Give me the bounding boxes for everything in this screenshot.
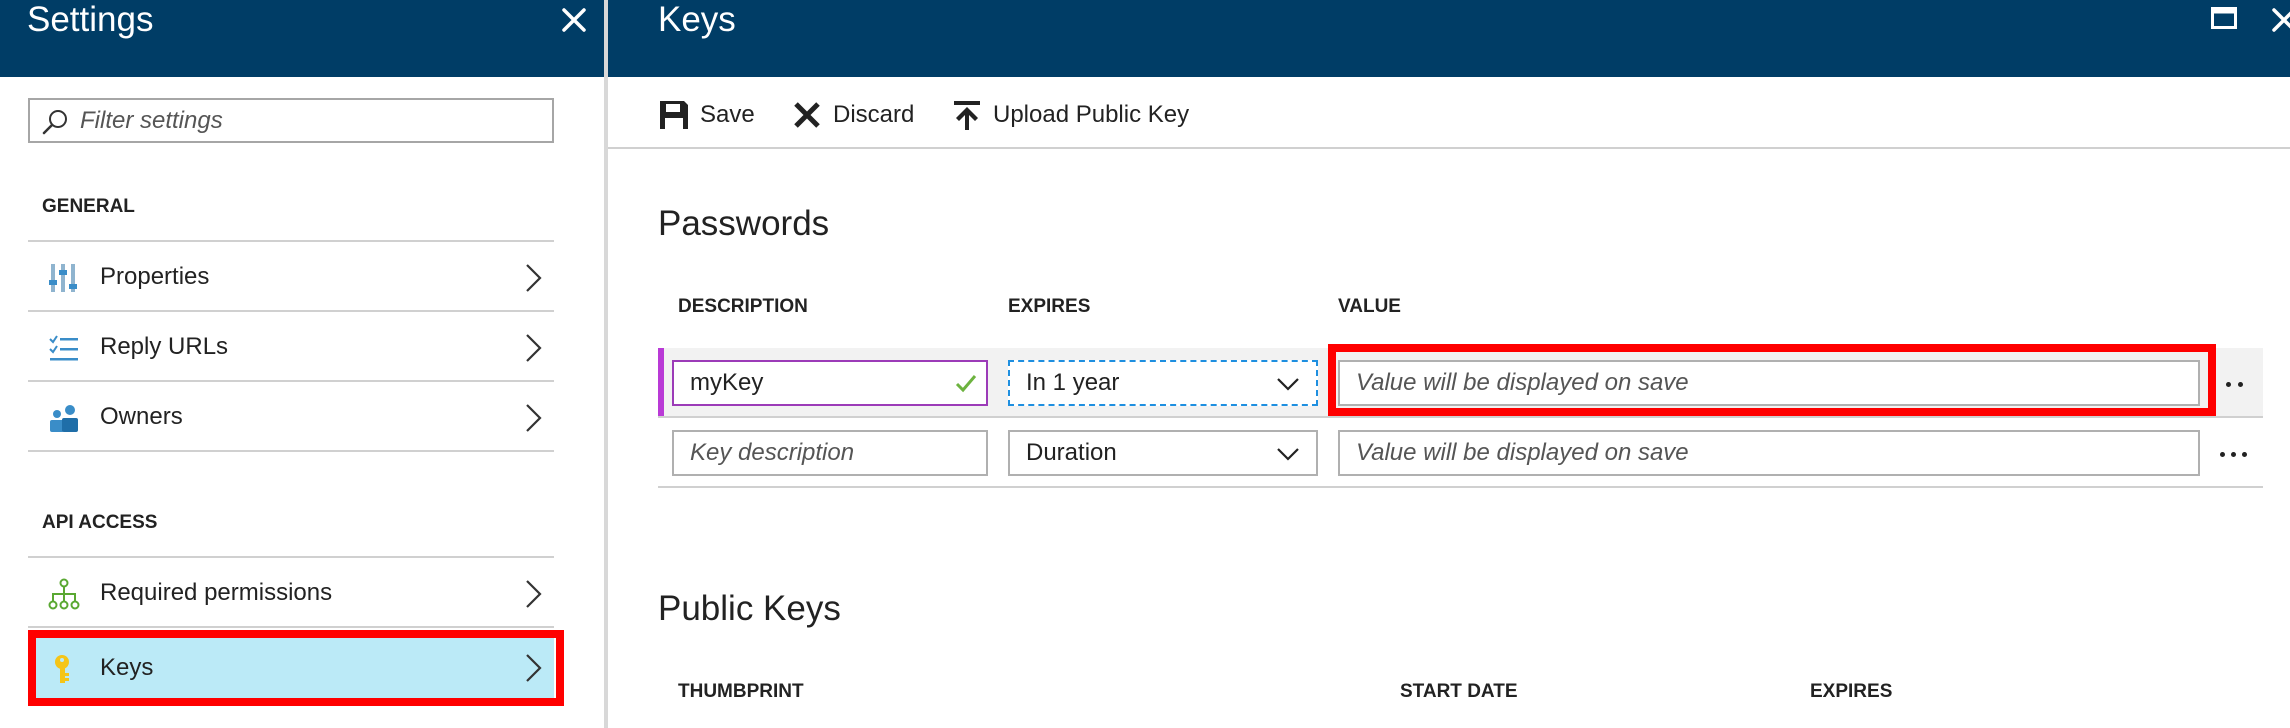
- section-general-title: GENERAL: [42, 196, 135, 217]
- close-icon[interactable]: [2268, 4, 2290, 36]
- save-button[interactable]: Save: [658, 95, 768, 135]
- sidebar-item-keys[interactable]: Keys: [28, 631, 554, 705]
- public-keys-heading: Public Keys: [658, 589, 841, 628]
- divider: [28, 450, 554, 452]
- keys-title: Keys: [658, 0, 736, 39]
- column-header-start-date: START DATE: [1400, 681, 1518, 702]
- checkmark-icon: [955, 375, 977, 393]
- column-header-description: DESCRIPTION: [678, 296, 808, 317]
- description-input[interactable]: [690, 367, 940, 399]
- filter-settings-field[interactable]: [80, 104, 540, 138]
- sidebar-item-owners[interactable]: Owners: [28, 382, 554, 452]
- users-icon: [50, 405, 78, 432]
- passwords-heading: Passwords: [658, 204, 830, 243]
- value-input[interactable]: [1356, 437, 2176, 469]
- chevron-down-icon: [1277, 378, 1299, 391]
- sidebar-item-label: Keys: [100, 654, 154, 681]
- sidebar-item-label: Required permissions: [100, 579, 333, 606]
- sidebar-item-properties[interactable]: Properties: [28, 242, 554, 312]
- discard-label: Discard: [833, 101, 915, 128]
- column-header-value: VALUE: [1338, 296, 1401, 317]
- column-header-thumbprint: THUMBPRINT: [678, 681, 804, 702]
- column-header-expires: EXPIRES: [1008, 296, 1091, 317]
- section-api-access-title: API ACCESS: [42, 512, 158, 533]
- maximize-icon[interactable]: [2211, 7, 2237, 29]
- settings-blade: Settings GENERAL Properties: [0, 0, 604, 728]
- sidebar-item-label: Reply URLs: [100, 333, 229, 360]
- upload-public-key-button[interactable]: Upload Public Key: [951, 95, 1211, 135]
- sliders-icon: [49, 264, 77, 292]
- chevron-right-icon: [526, 580, 542, 608]
- list-icon: [49, 335, 78, 361]
- sidebar-item-label: Owners: [100, 403, 183, 430]
- password-row: In 1 year: [658, 348, 2263, 418]
- sidebar-item-required-permissions[interactable]: Required permissions: [28, 558, 554, 628]
- value-field[interactable]: [1338, 430, 2200, 476]
- sidebar-item-reply-urls[interactable]: Reply URLs: [28, 312, 554, 382]
- key-icon: [55, 655, 69, 683]
- description-field[interactable]: [672, 430, 988, 476]
- upload-icon: [954, 101, 980, 130]
- divider: [658, 486, 2263, 488]
- settings-title: Settings: [27, 0, 154, 39]
- chevron-right-icon: [526, 334, 542, 362]
- hierarchy-icon: [48, 578, 80, 610]
- description-field[interactable]: [672, 360, 988, 406]
- chevron-right-icon: [526, 404, 542, 432]
- password-row: Duration: [658, 418, 2263, 488]
- chevron-down-icon: [1277, 448, 1299, 461]
- divider: [608, 147, 2290, 149]
- value-input[interactable]: [1356, 367, 2176, 399]
- value-field[interactable]: [1338, 360, 2200, 406]
- sidebar-item-label: Properties: [100, 263, 210, 290]
- discard-button[interactable]: Discard: [791, 95, 931, 135]
- divider: [28, 626, 554, 628]
- settings-header: Settings: [0, 0, 604, 77]
- chevron-right-icon: [526, 264, 542, 292]
- expires-dropdown[interactable]: Duration: [1008, 430, 1318, 476]
- search-icon: [42, 110, 67, 135]
- close-icon[interactable]: [558, 4, 590, 36]
- keys-header: Keys: [608, 0, 2290, 77]
- upload-label: Upload Public Key: [993, 101, 1190, 128]
- column-header-expires: EXPIRES: [1810, 681, 1893, 702]
- save-label: Save: [700, 101, 755, 128]
- description-input[interactable]: [690, 437, 980, 469]
- more-options-button[interactable]: [2214, 442, 2254, 472]
- more-options-button[interactable]: [2214, 372, 2254, 402]
- filter-settings-input[interactable]: [28, 98, 554, 143]
- expires-dropdown[interactable]: In 1 year: [1008, 360, 1318, 406]
- save-icon: [660, 101, 688, 129]
- expires-value: In 1 year: [1026, 369, 1120, 396]
- chevron-right-icon: [526, 654, 542, 682]
- discard-icon: [794, 102, 820, 128]
- toolbar: Save Discard Upload Public Key: [608, 77, 2290, 149]
- expires-value: Duration: [1026, 439, 1117, 466]
- row-accent: [658, 348, 664, 418]
